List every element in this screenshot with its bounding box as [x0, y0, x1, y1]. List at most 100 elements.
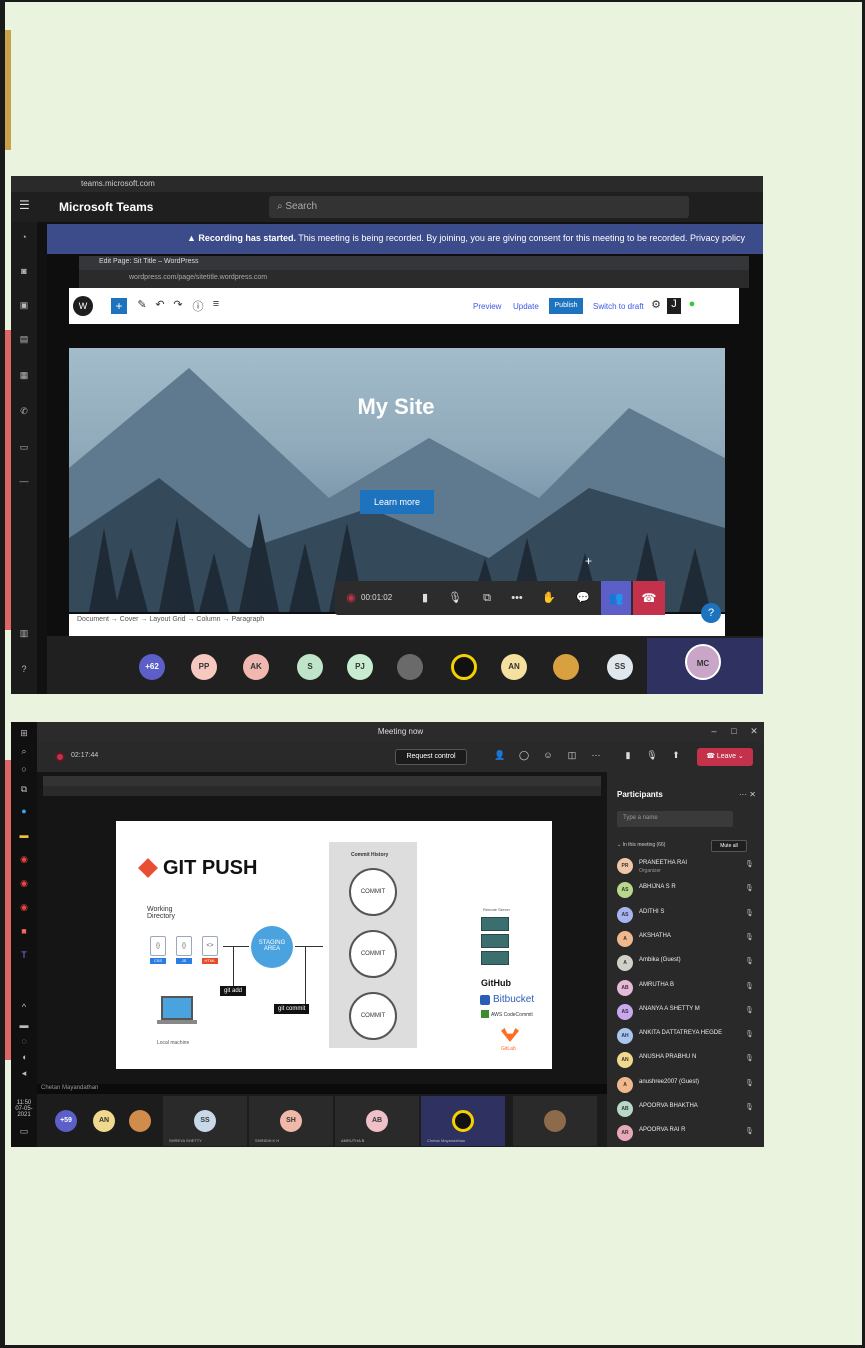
shared-browser-tab[interactable]: Edit Page: Sit Title – WordPress — [79, 256, 749, 270]
participant-photo[interactable] — [397, 654, 423, 680]
leave-button[interactable]: ☎ Leave ⌄ — [697, 748, 753, 766]
participant-row[interactable]: Aanushree2007 (Guest) 🎙 — [617, 1075, 757, 1095]
reactions-icon[interactable]: ☺ — [541, 750, 555, 764]
hang-up-icon[interactable]: ☎ — [633, 581, 665, 615]
chrome-icon[interactable]: ◉ — [16, 878, 32, 892]
participants-icon[interactable]: 👤 — [493, 750, 507, 764]
search-icon[interactable]: ⌕ — [16, 746, 32, 760]
chat-toggle-icon[interactable]: 💬 — [573, 588, 593, 608]
taskbar-clock[interactable]: 11:50 07-05-2021 — [11, 1100, 37, 1118]
participant-avatar[interactable]: PJ — [347, 654, 373, 680]
chrome-icon[interactable]: ◉ — [16, 854, 32, 868]
participant-avatar[interactable]: AK — [243, 654, 269, 680]
teams-icon[interactable]: ▣ — [15, 300, 33, 318]
participant-avatar[interactable] — [129, 1110, 151, 1132]
undo-icon[interactable]: ↶ — [153, 298, 167, 314]
preview-link[interactable]: Preview — [473, 302, 501, 311]
participant-row[interactable]: A Ambika (Guest) 🎙 — [617, 953, 757, 973]
participant-search-input[interactable]: Type a name — [617, 811, 733, 827]
chat-icon[interactable]: ◯ — [517, 750, 531, 764]
rooms-icon[interactable]: ◫ — [565, 750, 579, 764]
participant-row[interactable]: AN ANUSHA PRABHU N 🎙 — [617, 1050, 757, 1070]
participant-row[interactable]: AB AMRUTHA B 🎙 — [617, 978, 757, 998]
wifi-icon[interactable]: ◌ — [16, 1036, 32, 1050]
more-options-icon[interactable]: ••• — [507, 588, 527, 608]
notifications-icon[interactable]: ▭ — [16, 1126, 32, 1140]
more-options-icon[interactable]: ··· — [589, 750, 603, 764]
site-title[interactable]: My Site — [11, 394, 763, 420]
shared-browser-address[interactable]: wordpress.com/page/sitetitle.wordpress.c… — [79, 270, 749, 288]
learn-more-button[interactable]: Learn more — [360, 490, 434, 514]
cortana-icon[interactable]: ○ — [16, 764, 32, 778]
speaker-icon[interactable]: ◂ — [16, 1068, 32, 1082]
chrome-icon[interactable]: ◉ — [16, 902, 32, 916]
publish-button[interactable]: Publish — [549, 298, 583, 314]
share-screen-icon[interactable]: ⧉ — [477, 588, 497, 608]
participant-row[interactable]: AS ANANYA A SHETTY M 🎙 — [617, 1002, 757, 1022]
participant-avatar[interactable]: SH — [280, 1110, 302, 1132]
add-block-inline-icon[interactable]: + — [585, 554, 592, 568]
activity-icon[interactable]: ◔ — [15, 232, 33, 250]
update-link[interactable]: Update — [513, 302, 539, 311]
volume-icon[interactable]: ◖ — [16, 1052, 32, 1066]
participant-avatar[interactable]: AN — [93, 1110, 115, 1132]
participant-logo-avatar[interactable] — [451, 654, 477, 680]
apps-icon[interactable]: ▥ — [15, 628, 33, 646]
help-bubble-icon[interactable]: ? — [701, 603, 721, 623]
redo-icon[interactable]: ↷ — [171, 298, 185, 314]
calendar-icon[interactable]: ▦ — [15, 370, 33, 388]
participant-row[interactable]: AH ANKITA DATTATREYA HEGDE 🎙 — [617, 1026, 757, 1046]
details-icon[interactable]: ⓘ — [191, 298, 205, 314]
close-icon[interactable]: ✕ — [747, 726, 761, 738]
edit-tool-icon[interactable]: ✎ — [135, 298, 149, 314]
raise-hand-icon[interactable]: ✋ — [539, 588, 559, 608]
close-panel-icon[interactable]: ··· ✕ — [739, 790, 756, 799]
switch-to-draft-link[interactable]: Switch to draft — [593, 302, 644, 311]
edge-icon[interactable]: ● — [16, 806, 32, 820]
jetpack-icon[interactable]: J — [667, 298, 681, 314]
minimize-icon[interactable]: – — [707, 726, 721, 738]
assignments-icon[interactable]: ▤ — [15, 334, 33, 352]
file-explorer-icon[interactable]: ▬ — [16, 830, 32, 844]
participant-avatar[interactable]: S — [297, 654, 323, 680]
files-icon[interactable]: ▭ — [15, 442, 33, 460]
mic-icon[interactable]: 🎙 — [645, 750, 659, 764]
participant-row[interactable]: AR APOORVA RAI R 🎙 — [617, 1123, 757, 1143]
in-meeting-header[interactable]: ⌄ In this meeting (66) — [617, 842, 665, 848]
block-breadcrumb[interactable]: Document → Cover → Layout Grid → Column … — [69, 614, 725, 636]
task-view-icon[interactable]: ⧉ — [16, 784, 32, 798]
help-icon[interactable]: ? — [15, 664, 33, 682]
mute-all-button[interactable]: Mute all — [711, 840, 747, 852]
participant-avatar[interactable]: AN — [501, 654, 527, 680]
wordpress-logo-icon[interactable]: W — [73, 296, 93, 316]
browser-address-bar[interactable]: teams.microsoft.com — [11, 176, 763, 192]
more-apps-icon[interactable]: — — [15, 476, 33, 494]
request-control-button[interactable]: Request control — [395, 749, 467, 765]
camera-icon[interactable]: ▮ — [621, 750, 635, 764]
share-tray-icon[interactable]: ⬆ — [669, 750, 683, 764]
overflow-participants-count[interactable]: +59 — [55, 1110, 77, 1132]
chat-icon[interactable]: ◙ — [15, 266, 33, 284]
app-icon[interactable]: ■ — [16, 926, 32, 940]
participant-avatar[interactable]: SS — [194, 1110, 216, 1132]
participant-row[interactable]: A AKSHATHA 🎙 — [617, 929, 757, 949]
add-block-icon[interactable]: + — [111, 298, 127, 314]
maximize-icon[interactable]: □ — [727, 726, 741, 738]
list-view-icon[interactable]: ≡ — [209, 298, 223, 314]
participant-avatar[interactable] — [544, 1110, 566, 1132]
participant-row[interactable]: AB APOORVA BHAKTHA 🎙 — [617, 1099, 757, 1119]
search-input[interactable]: ⌕ Search — [269, 196, 689, 218]
camera-icon[interactable]: ▮ — [415, 588, 435, 608]
settings-gear-icon[interactable]: ⚙ — [649, 298, 663, 314]
overflow-participants-count[interactable]: +62 — [139, 654, 165, 680]
mic-icon[interactable]: 🎙 — [445, 588, 465, 608]
participant-row[interactable]: AS ABHIJNA S R 🎙 — [617, 880, 757, 900]
participant-row[interactable]: PR PRANEETHA RAI Organizer 🎙 — [617, 856, 757, 876]
participant-avatar[interactable] — [452, 1110, 474, 1132]
teams-app-icon[interactable]: T — [16, 950, 32, 964]
participants-icon[interactable]: 👥 — [601, 581, 631, 615]
chevron-up-icon[interactable]: ^ — [16, 1002, 32, 1016]
participant-row[interactable]: AS ADITHI S 🎙 — [617, 905, 757, 925]
participant-avatar[interactable]: SS — [607, 654, 633, 680]
status-icon[interactable]: ● — [685, 298, 699, 314]
